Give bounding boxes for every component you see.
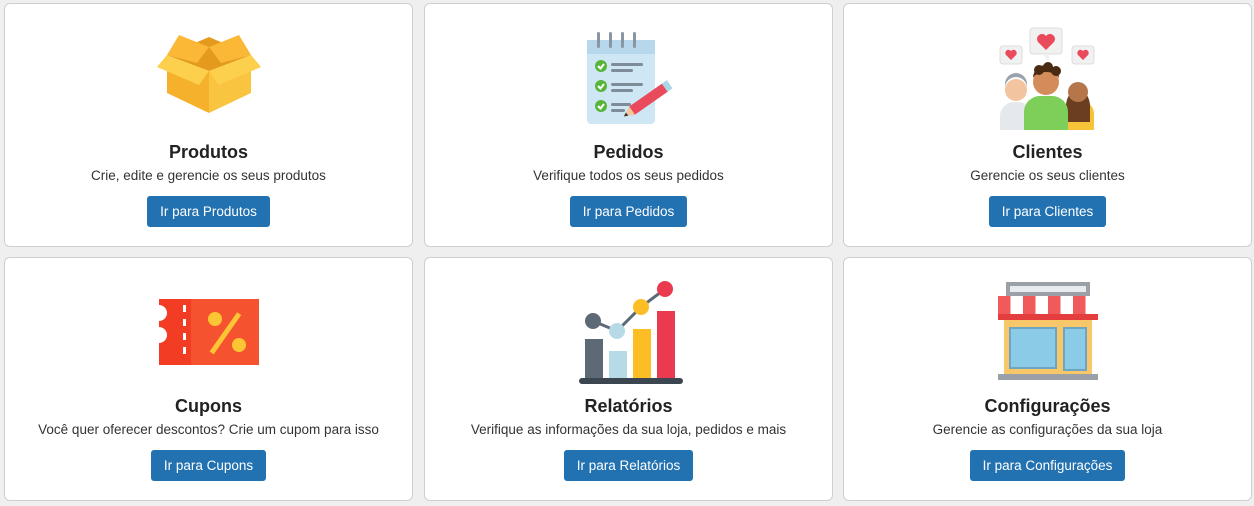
go-to-clientes-button[interactable]: Ir para Clientes — [988, 196, 1107, 227]
box-icon — [154, 24, 264, 132]
go-to-pedidos-button[interactable]: Ir para Pedidos — [569, 196, 688, 227]
card-description: Gerencie as configurações da sua loja — [932, 422, 1163, 437]
customers-icon — [993, 24, 1103, 132]
dashboard-grid: Produtos Crie, edite e gerencie os seus … — [0, 0, 1254, 506]
card-title: Configurações — [984, 396, 1111, 416]
card-clientes: Clientes Gerencie os seus clientes Ir pa… — [843, 3, 1252, 247]
clipboard-checklist-icon — [574, 24, 684, 132]
chart-icon — [574, 278, 684, 386]
card-cupons: Cupons Você quer oferecer descontos? Cri… — [4, 257, 413, 501]
card-title: Pedidos — [593, 142, 664, 162]
card-relatorios: Relatórios Verifique as informações da s… — [424, 257, 833, 501]
go-to-relatorios-button[interactable]: Ir para Relatórios — [563, 450, 694, 481]
card-title: Relatórios — [584, 396, 673, 416]
card-produtos: Produtos Crie, edite e gerencie os seus … — [4, 3, 413, 247]
coupon-icon — [154, 278, 264, 386]
go-to-configuracoes-button[interactable]: Ir para Configurações — [969, 450, 1126, 481]
card-description: Verifique todos os seus pedidos — [533, 168, 724, 183]
card-description: Gerencie os seus clientes — [970, 168, 1125, 183]
storefront-icon — [993, 278, 1103, 386]
go-to-cupons-button[interactable]: Ir para Cupons — [150, 450, 267, 481]
card-configuracoes: Configurações Gerencie as configurações … — [843, 257, 1252, 501]
card-description: Você quer oferecer descontos? Crie um cu… — [38, 422, 379, 437]
card-title: Produtos — [169, 142, 248, 162]
card-description: Verifique as informações da sua loja, pe… — [470, 422, 787, 437]
go-to-produtos-button[interactable]: Ir para Produtos — [147, 196, 270, 227]
card-title: Clientes — [1012, 142, 1083, 162]
card-title: Cupons — [175, 396, 242, 416]
card-pedidos: Pedidos Verifique todos os seus pedidos … — [424, 3, 833, 247]
card-description: Crie, edite e gerencie os seus produtos — [91, 168, 326, 183]
